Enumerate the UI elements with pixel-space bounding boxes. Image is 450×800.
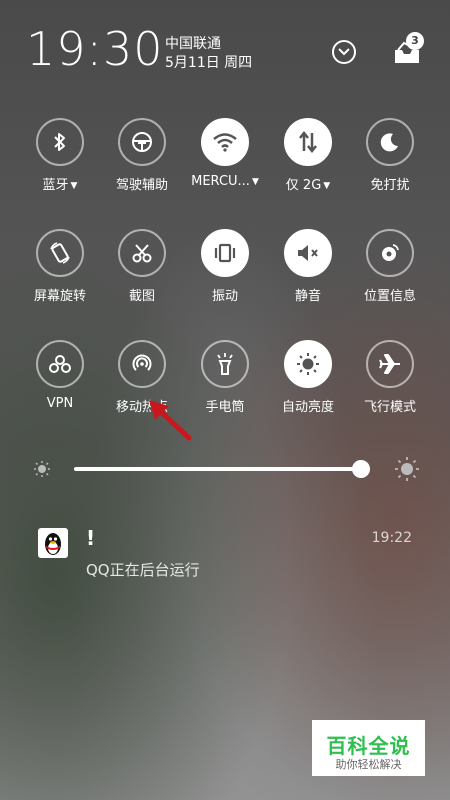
tile-label: 截图 xyxy=(128,289,155,304)
rotate-icon xyxy=(36,229,84,277)
date: 5月11日 周四 xyxy=(165,55,253,71)
tile-label: 手电筒 xyxy=(205,400,245,415)
vpn-icon xyxy=(36,340,84,388)
qq-penguin-icon xyxy=(38,528,68,558)
vibrate-icon xyxy=(201,229,249,277)
tile-vpn[interactable]: VPN xyxy=(20,340,100,411)
mobile-data-icon xyxy=(284,118,332,166)
hotspot-icon xyxy=(118,340,166,388)
tile-label: 飞行模式 xyxy=(363,400,416,415)
tile-label: 驾驶辅助 xyxy=(115,178,168,193)
watermark-subtitle: 助你轻松解决 xyxy=(335,758,402,771)
tile-label: 位置信息 xyxy=(363,289,416,304)
airplane-icon xyxy=(366,340,414,388)
wifi-icon xyxy=(201,118,249,166)
brightness-slider-track[interactable] xyxy=(74,467,370,471)
tile-flashlight[interactable]: 手电筒 xyxy=(185,340,265,415)
tile-mobile-data[interactable]: 仅 2G ▼ xyxy=(268,118,348,193)
auto-brightness-icon xyxy=(284,340,332,388)
carrier-name: 中国联通 xyxy=(165,36,221,52)
tile-label: 仅 2G xyxy=(285,178,322,193)
tile-vibrate[interactable]: 振动 xyxy=(185,229,265,304)
scissors-icon xyxy=(118,229,166,277)
tile-label: 自动亮度 xyxy=(281,400,334,415)
location-icon xyxy=(366,229,414,277)
collapse-button[interactable] xyxy=(332,40,356,64)
chevron-down-icon xyxy=(338,48,350,56)
tile-label: MERCU... xyxy=(191,174,250,189)
caret-down-icon: ▼ xyxy=(70,181,78,191)
tile-screen-rotation[interactable]: 屏幕旋转 xyxy=(20,229,100,304)
flashlight-icon xyxy=(201,340,249,388)
tile-label: 屏幕旋转 xyxy=(33,289,86,304)
caret-down-icon: ▼ xyxy=(323,181,331,191)
tile-label: 蓝牙 xyxy=(42,178,69,193)
tile-airplane-mode[interactable]: 飞行模式 xyxy=(350,340,430,415)
tile-auto-brightness[interactable]: 自动亮度 xyxy=(268,340,348,415)
tile-location[interactable]: 位置信息 xyxy=(350,229,430,304)
tile-label: 免打扰 xyxy=(370,178,410,193)
notification-count-badge: 3 xyxy=(406,32,424,50)
brightness-low-icon xyxy=(34,461,50,477)
tile-wifi[interactable]: MERCU... ▼ xyxy=(185,118,265,189)
tile-mute[interactable]: 静音 xyxy=(268,229,348,304)
moon-icon xyxy=(366,118,414,166)
brightness-slider-thumb[interactable] xyxy=(352,460,371,478)
brightness-high-icon xyxy=(395,457,419,481)
tile-bluetooth[interactable]: 蓝牙 ▼ xyxy=(20,118,100,193)
caret-down-icon: ▼ xyxy=(251,177,259,187)
notification-body: QQ正在后台运行 xyxy=(86,561,200,579)
tile-driving-assist[interactable]: 驾驶辅助 xyxy=(102,118,182,193)
notification-title: ! xyxy=(86,526,96,550)
bluetooth-icon xyxy=(36,118,84,166)
tile-screenshot[interactable]: 截图 xyxy=(102,229,182,304)
clock: 19:30 xyxy=(26,22,164,76)
watermark-title: 百科全说 xyxy=(326,734,411,758)
tile-label: 静音 xyxy=(294,289,321,304)
watermark: 百科全说 助你轻松解决 xyxy=(312,720,425,776)
annotation-arrow xyxy=(149,400,192,441)
tile-label: VPN xyxy=(46,396,74,411)
tile-do-not-disturb[interactable]: 免打扰 xyxy=(350,118,430,193)
mute-icon xyxy=(284,229,332,277)
status-header: 19:30 中国联通 5月11日 周四 3 xyxy=(0,0,450,100)
tile-label: 振动 xyxy=(211,289,238,304)
steering-wheel-icon xyxy=(118,118,166,166)
notification-time: 19:22 xyxy=(371,530,412,546)
